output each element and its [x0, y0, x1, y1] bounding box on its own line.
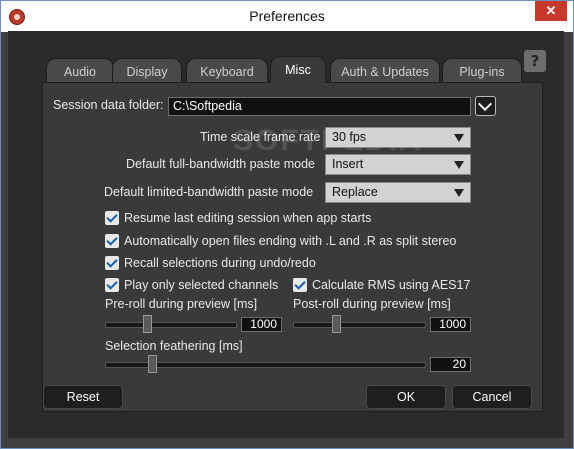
limited-paste-label: Default limited-bandwidth paste mode [104, 185, 314, 199]
time-scale-value: 30 fps [332, 130, 367, 144]
close-button[interactable]: ✕ [535, 1, 567, 21]
recall-selections-label: Recall selections during undo/redo [124, 256, 316, 270]
window-title: Preferences [249, 8, 325, 24]
feathering-value[interactable]: 20 [430, 357, 471, 372]
tab-display[interactable]: Display [112, 58, 182, 82]
postroll-label: Post-roll during preview [ms] [293, 297, 451, 311]
limited-paste-value: Replace [332, 185, 378, 199]
dropdown-arrow-icon [454, 134, 464, 142]
limited-paste-select[interactable]: Replace [325, 182, 471, 203]
title-bar: Preferences ✕ [1, 1, 573, 32]
browse-folder-button[interactable] [475, 96, 496, 116]
help-button[interactable]: ? [524, 50, 546, 72]
cancel-button[interactable]: Cancel [452, 385, 532, 409]
split-stereo-label: Automatically open files ending with .L … [124, 234, 457, 248]
resume-session-label: Resume last editing session when app sta… [124, 211, 372, 225]
session-folder-label: Session data folder: [53, 98, 164, 112]
preroll-slider-track[interactable] [105, 322, 237, 328]
postroll-slider-track[interactable] [293, 322, 426, 328]
feathering-label: Selection feathering [ms] [105, 339, 243, 353]
full-paste-select[interactable]: Insert [325, 154, 471, 175]
feathering-slider-handle[interactable] [148, 355, 157, 373]
full-paste-label: Default full-bandwidth paste mode [126, 157, 316, 171]
ok-button[interactable]: OK [366, 385, 446, 409]
tab-misc[interactable]: Misc [270, 56, 326, 83]
resume-session-checkbox[interactable] [105, 211, 119, 225]
preroll-label: Pre-roll during preview [ms] [105, 297, 258, 311]
tab-plug-ins[interactable]: Plug-ins [442, 58, 522, 82]
tab-audio[interactable]: Audio [46, 58, 114, 82]
rms-aes17-label: Calculate RMS using AES17 [312, 278, 471, 292]
play-selected-channels-checkbox[interactable] [105, 278, 119, 292]
preroll-value[interactable]: 1000 [241, 317, 282, 332]
play-selected-channels-label: Play only selected channels [124, 278, 279, 292]
full-paste-value: Insert [332, 157, 364, 171]
preroll-slider-handle[interactable] [143, 315, 152, 333]
tab-keyboard[interactable]: Keyboard [186, 58, 268, 82]
time-scale-select[interactable]: 30 fps [325, 127, 471, 148]
reset-button[interactable]: Reset [43, 385, 123, 409]
recall-selections-checkbox[interactable] [105, 256, 119, 270]
tab-auth-updates[interactable]: Auth & Updates [330, 58, 440, 82]
rms-aes17-checkbox[interactable] [293, 278, 307, 292]
time-scale-label: Time scale frame rate [200, 130, 321, 144]
postroll-value[interactable]: 1000 [430, 317, 471, 332]
dropdown-arrow-icon [454, 161, 464, 169]
split-stereo-checkbox[interactable] [105, 234, 119, 248]
postroll-slider-handle[interactable] [332, 315, 341, 333]
session-folder-input[interactable]: C:\Softpedia [168, 97, 471, 116]
dropdown-arrow-icon [454, 189, 464, 197]
